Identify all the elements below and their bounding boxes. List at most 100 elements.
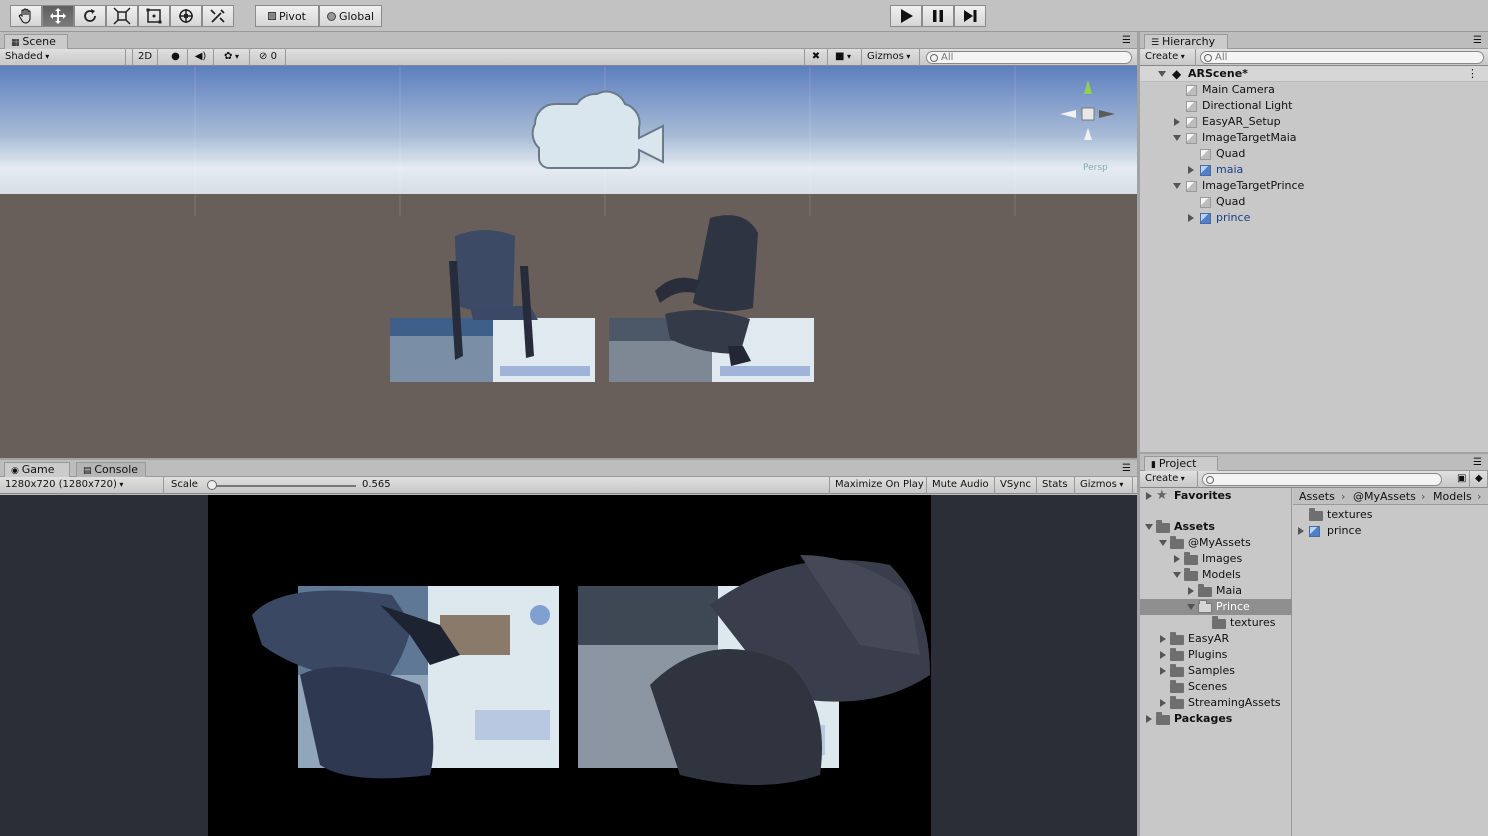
expand-arrow-icon[interactable]	[1173, 135, 1181, 141]
project-folder-samples[interactable]: Samples	[1140, 663, 1292, 679]
rotate-tool-button[interactable]	[74, 5, 106, 27]
project-folder-myassets[interactable]: @MyAssets	[1140, 535, 1292, 551]
expand-arrow-icon[interactable]	[1173, 572, 1181, 578]
expand-arrow-icon[interactable]	[1146, 715, 1152, 723]
scene-search-input[interactable]: All	[926, 51, 1132, 64]
project-search-input[interactable]	[1202, 473, 1442, 486]
file-item-textures[interactable]: textures	[1293, 507, 1488, 523]
pivot-toggle[interactable]: Pivot	[255, 5, 319, 27]
expand-arrow-icon[interactable]	[1188, 166, 1194, 174]
project-folder-prince[interactable]: Prince	[1140, 599, 1292, 615]
hierarchy-item-main-camera[interactable]: Main Camera	[1140, 82, 1488, 98]
shading-mode-dropdown[interactable]: Shaded	[0, 49, 126, 66]
vsync-toggle[interactable]: VSync	[995, 477, 1037, 494]
tab-game[interactable]: ◉ Game	[4, 462, 70, 477]
hierarchy-item-quad[interactable]: Quad	[1140, 194, 1488, 210]
favorites-row[interactable]: ★ Favorites	[1140, 488, 1292, 504]
hierarchy-item-maia[interactable]: maia	[1140, 162, 1488, 178]
audio-toggle[interactable]: ◀)	[188, 49, 214, 66]
stats-toggle[interactable]: Stats	[1037, 477, 1075, 494]
hierarchy-create-dropdown[interactable]: Create	[1140, 49, 1196, 66]
expand-arrow-icon[interactable]	[1174, 118, 1180, 126]
expand-arrow-icon[interactable]	[1146, 492, 1152, 500]
panel-menu-icon[interactable]: ☰	[1473, 35, 1482, 46]
tab-hierarchy[interactable]: ☰ Hierarchy	[1144, 34, 1228, 49]
scale-tool-button[interactable]	[106, 5, 138, 27]
expand-arrow-icon[interactable]	[1160, 635, 1166, 643]
camera-settings-dropdown[interactable]: ■	[830, 49, 862, 66]
expand-arrow-icon[interactable]	[1188, 214, 1194, 222]
file-item-prince[interactable]: prince	[1293, 523, 1488, 539]
filter-label-button[interactable]: ◆	[1470, 471, 1488, 488]
breadcrumb-item[interactable]: Assets	[1299, 488, 1335, 504]
scale-slider-thumb[interactable]	[206, 480, 217, 490]
scene-root-row[interactable]: ◆ ARScene* ⋮	[1140, 66, 1488, 82]
project-folder-maia[interactable]: Maia	[1140, 583, 1292, 599]
breadcrumb: Assets › @MyAssets › Models ›	[1293, 488, 1488, 505]
tab-project[interactable]: ▮ Project	[1144, 456, 1218, 471]
project-folder-images[interactable]: Images	[1140, 551, 1292, 567]
expand-arrow-icon[interactable]	[1160, 651, 1166, 659]
hierarchy-item-quad[interactable]: Quad	[1140, 146, 1488, 162]
global-toggle[interactable]: Global	[319, 5, 382, 27]
expand-arrow-icon[interactable]	[1145, 524, 1153, 530]
hierarchy-item-directional-light[interactable]: Directional Light	[1140, 98, 1488, 114]
breadcrumb-item[interactable]: Models	[1433, 488, 1472, 504]
scene-viewport[interactable]: Persp	[0, 66, 1137, 458]
image-target-maia[interactable]	[390, 318, 595, 382]
breadcrumb-item[interactable]: @MyAssets	[1353, 488, 1416, 504]
expand-arrow-icon[interactable]	[1160, 699, 1166, 707]
expand-arrow-icon[interactable]	[1173, 183, 1181, 189]
hierarchy-item-easyar-setup[interactable]: EasyAR_Setup	[1140, 114, 1488, 130]
expand-arrow-icon[interactable]	[1174, 555, 1180, 563]
project-create-dropdown[interactable]: Create	[1140, 471, 1198, 488]
project-folder-scenes[interactable]: Scenes	[1140, 679, 1292, 695]
panel-menu-icon[interactable]: ☰	[1122, 463, 1131, 474]
pause-button[interactable]	[922, 5, 954, 27]
expand-arrow-icon[interactable]	[1158, 71, 1166, 77]
scene-gizmos-dropdown[interactable]: Gizmos	[862, 49, 920, 66]
project-folder-models[interactable]: Models	[1140, 567, 1292, 583]
resolution-dropdown[interactable]: 1280x720 (1280x720)	[0, 477, 164, 494]
tab-scene[interactable]: ▦ Scene	[4, 34, 68, 49]
project-folder-textures[interactable]: textures	[1140, 615, 1292, 631]
effects-dropdown[interactable]: ✿	[214, 49, 250, 66]
panel-menu-icon[interactable]: ☰	[1122, 35, 1131, 46]
lighting-toggle[interactable]: ●	[164, 49, 188, 66]
folder-label: Maia	[1216, 584, 1243, 597]
project-folder-streamingassets[interactable]: StreamingAssets	[1140, 695, 1292, 711]
scene-tools-button[interactable]: ✖	[804, 49, 828, 66]
custom-tool-button[interactable]	[202, 5, 234, 27]
hidden-objects-toggle[interactable]: ⊘ 0	[254, 49, 286, 66]
transform-tool-button[interactable]	[170, 5, 202, 27]
move-tool-button[interactable]	[42, 5, 74, 27]
step-button[interactable]	[954, 5, 986, 27]
expand-arrow-icon[interactable]	[1188, 587, 1194, 595]
hierarchy-item-imagetarget-maia[interactable]: ImageTargetMaia	[1140, 130, 1488, 146]
2d-toggle[interactable]: 2D	[132, 49, 158, 66]
panel-menu-icon[interactable]: ☰	[1473, 457, 1482, 468]
project-folder-assets[interactable]: Assets	[1140, 519, 1292, 535]
hierarchy-item-prince[interactable]: prince	[1140, 210, 1488, 226]
project-folder-plugins[interactable]: Plugins	[1140, 647, 1292, 663]
expand-arrow-icon[interactable]	[1159, 540, 1167, 546]
tab-console[interactable]: ▤ Console	[76, 462, 146, 477]
expand-arrow-icon[interactable]	[1298, 527, 1304, 535]
maximize-on-play-toggle[interactable]: Maximize On Play	[829, 477, 927, 494]
scale-slider-track[interactable]	[208, 485, 356, 487]
game-viewport[interactable]	[0, 495, 1137, 836]
hierarchy-item-imagetarget-prince[interactable]: ImageTargetPrince	[1140, 178, 1488, 194]
scene-menu-icon[interactable]: ⋮	[1467, 66, 1478, 82]
mute-audio-toggle[interactable]: Mute Audio	[927, 477, 995, 494]
hierarchy-search-input[interactable]: All	[1200, 51, 1484, 64]
expand-arrow-icon[interactable]	[1187, 604, 1195, 610]
game-gizmos-dropdown[interactable]: Gizmos	[1075, 477, 1133, 494]
project-folder-packages[interactable]: Packages	[1140, 711, 1292, 727]
play-button[interactable]	[890, 5, 922, 27]
expand-arrow-icon[interactable]	[1160, 667, 1166, 675]
project-folder-easyar[interactable]: EasyAR	[1140, 631, 1292, 647]
unity-scene-icon: ◆	[1172, 67, 1182, 81]
hand-tool-button[interactable]	[10, 5, 42, 27]
filter-type-button[interactable]: ▣	[1452, 471, 1470, 488]
rect-tool-button[interactable]	[138, 5, 170, 27]
